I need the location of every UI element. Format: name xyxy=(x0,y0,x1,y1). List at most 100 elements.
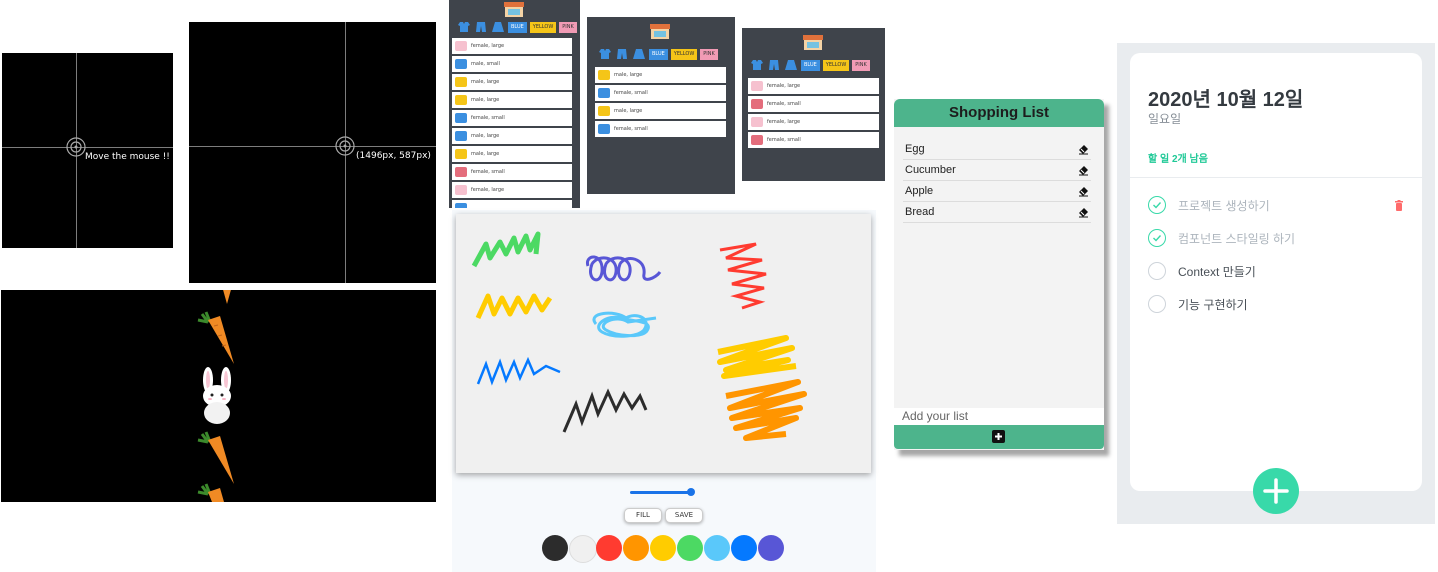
shirt-icon[interactable] xyxy=(457,21,471,33)
product-label: female, small xyxy=(614,126,648,132)
filter-blue-button[interactable]: BLUE xyxy=(801,59,820,71)
carrot-icon xyxy=(197,431,234,484)
skirt-icon[interactable] xyxy=(491,21,505,33)
todo-item[interactable]: Context 만들기 xyxy=(1148,262,1404,280)
todo-card: 2020년 10월 12일 일요일 할 일 2개 남음 프로젝트 생성하기 컴포넌… xyxy=(1130,53,1422,491)
save-button[interactable]: SAVE xyxy=(665,508,703,523)
color-swatch[interactable] xyxy=(758,535,784,561)
divider xyxy=(1130,177,1422,178)
filter-yellow-button[interactable]: YELLOW xyxy=(529,21,557,33)
product-label: female, large xyxy=(471,187,505,193)
product-item: male, small xyxy=(452,56,572,72)
filter-blue-button[interactable]: BLUE xyxy=(649,48,668,60)
product-item: male, large xyxy=(595,67,726,83)
product-thumbnail-icon xyxy=(598,88,610,98)
product-label: male, large xyxy=(614,72,643,78)
filter-yellow-button[interactable]: YELLOW xyxy=(822,59,850,71)
store-icon xyxy=(803,35,823,50)
product-thumbnail-icon xyxy=(455,113,467,123)
eraser-icon[interactable] xyxy=(1078,207,1089,218)
product-thumbnail-icon xyxy=(598,124,610,134)
fill-button[interactable]: FILL xyxy=(624,508,662,523)
todo-item[interactable]: 프로젝트 생성하기 xyxy=(1148,196,1404,214)
product-label: female, small xyxy=(614,90,648,96)
product-label: female, large xyxy=(767,119,801,125)
product-item: male, large xyxy=(452,74,572,90)
product-item: male, large xyxy=(452,92,572,108)
todo-text: 프로젝트 생성하기 xyxy=(1178,198,1270,213)
eraser-icon[interactable] xyxy=(1078,186,1089,197)
todo-checkbox[interactable] xyxy=(1148,262,1166,280)
product-label: male, large xyxy=(471,133,500,139)
filter-pink-button[interactable]: PINK xyxy=(700,48,718,60)
filter-yellow-button[interactable]: YELLOW xyxy=(670,48,698,60)
list-item-label: Cucumber xyxy=(905,164,956,176)
drawing-canvas[interactable] xyxy=(456,214,871,473)
filter-blue-button[interactable]: BLUE xyxy=(508,21,527,33)
color-swatch[interactable] xyxy=(596,535,622,561)
color-swatch[interactable] xyxy=(569,535,597,563)
product-list: male, large female, small male, large femal… xyxy=(595,67,726,139)
product-thumbnail-icon xyxy=(455,203,467,208)
product-item: female, small xyxy=(595,121,726,137)
todo-checkbox[interactable] xyxy=(1148,229,1166,247)
product-item: female, small xyxy=(452,110,572,126)
todo-item[interactable]: 기능 구현하기 xyxy=(1148,295,1404,313)
color-swatch[interactable] xyxy=(704,535,730,561)
todo-checkbox[interactable] xyxy=(1148,196,1166,214)
shop-panel-1: BLUE YELLOW PINK female, large male, smal… xyxy=(449,0,580,208)
add-item-input[interactable]: Add your list xyxy=(894,408,1104,425)
shirt-icon[interactable] xyxy=(598,48,612,60)
cursor-coordinates-text: (1496px, 587px) xyxy=(356,151,431,161)
filter-pink-button[interactable]: PINK xyxy=(852,59,870,71)
store-icon xyxy=(504,2,524,17)
color-palette xyxy=(542,535,792,563)
shop-panel-3: BLUE YELLOW PINK female, large female, sm… xyxy=(742,28,885,181)
color-swatch[interactable] xyxy=(650,535,676,561)
todo-day: 일요일 xyxy=(1148,112,1182,126)
filter-pink-button[interactable]: PINK xyxy=(559,21,577,33)
todo-checkbox[interactable] xyxy=(1148,295,1166,313)
todo-item[interactable]: 컴포넌트 스타일링 하기 xyxy=(1148,229,1404,247)
trash-icon[interactable] xyxy=(1394,199,1404,211)
skirt-icon[interactable] xyxy=(784,59,798,71)
product-item: female, large xyxy=(452,182,572,198)
product-thumbnail-icon xyxy=(455,131,467,141)
shirt-icon[interactable] xyxy=(750,59,764,71)
skirt-icon[interactable] xyxy=(632,48,646,60)
tasks-left-count: 할 일 2개 남음 xyxy=(1148,154,1208,165)
product-item: female, large xyxy=(748,78,879,94)
crosshair-panel-large[interactable]: (1496px, 587px) xyxy=(189,22,436,283)
product-item: female, large xyxy=(748,114,879,130)
color-swatch[interactable] xyxy=(731,535,757,561)
carrot-icon xyxy=(223,290,231,304)
brush-size-slider-thumb[interactable] xyxy=(686,488,695,496)
shop-panel-2: BLUE YELLOW PINK male, large female, smal… xyxy=(587,17,735,194)
eraser-icon[interactable] xyxy=(1078,144,1089,155)
pants-icon[interactable] xyxy=(474,21,488,33)
product-thumbnail-icon xyxy=(455,41,467,51)
add-item-button[interactable] xyxy=(894,425,1104,449)
add-todo-button[interactable] xyxy=(1253,468,1299,514)
bunny-icon xyxy=(203,367,231,424)
color-swatch[interactable] xyxy=(623,535,649,561)
todo-text: 컴포넌트 스타일링 하기 xyxy=(1178,231,1296,246)
pants-icon[interactable] xyxy=(615,48,629,60)
paint-app: FILL SAVE xyxy=(452,210,876,572)
product-item: male, large xyxy=(595,103,726,119)
color-swatch[interactable] xyxy=(677,535,703,561)
list-item: Cucumber xyxy=(903,160,1091,181)
eraser-icon[interactable] xyxy=(1078,165,1089,176)
product-list: female, large male, small male, large male,… xyxy=(452,38,572,208)
check-icon xyxy=(1153,235,1162,242)
pants-icon[interactable] xyxy=(767,59,781,71)
bunny-game-panel[interactable] xyxy=(1,290,436,502)
product-item: female, small xyxy=(748,132,879,148)
crosshair-panel-small[interactable]: Move the mouse !! xyxy=(2,53,173,248)
product-thumbnail-icon xyxy=(751,117,763,127)
product-list: female, large female, small female, large f… xyxy=(748,78,879,150)
list-item-label: Apple xyxy=(905,185,934,197)
list-item-label: Egg xyxy=(905,143,925,155)
brush-size-slider[interactable] xyxy=(630,491,694,494)
color-swatch[interactable] xyxy=(542,535,568,561)
